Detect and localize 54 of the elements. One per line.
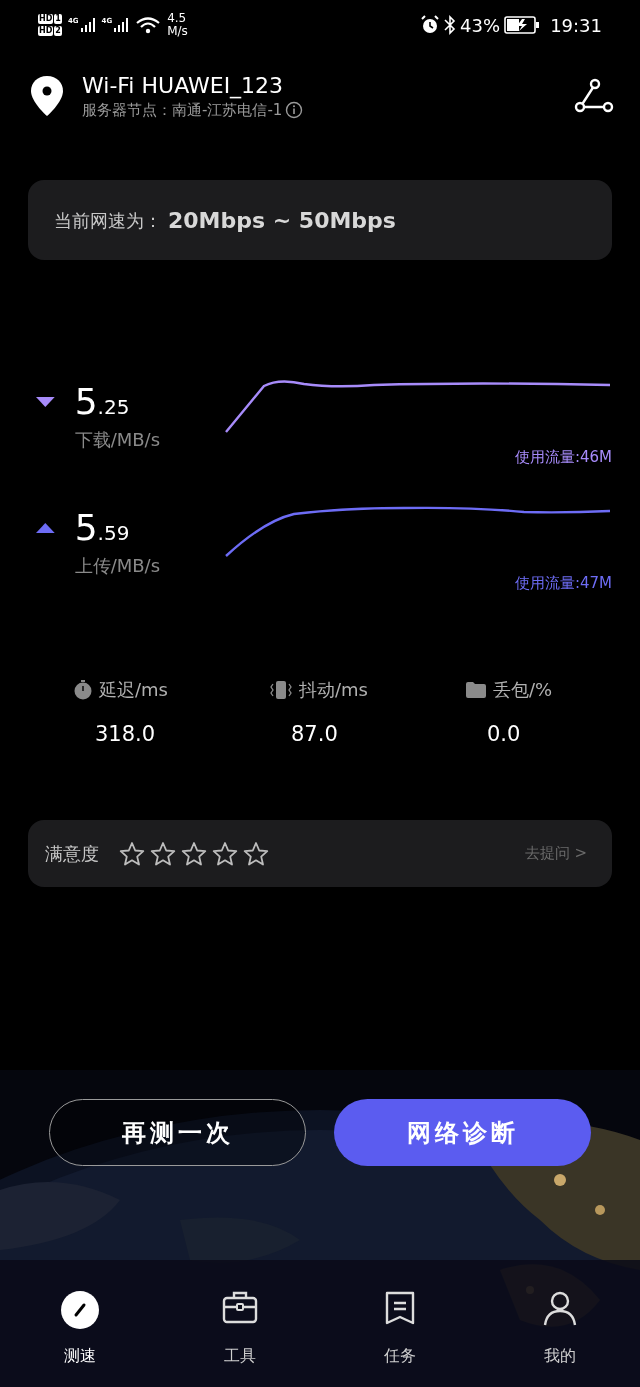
speed-unit-label: 下载/MB/s [74,428,162,452]
speed-integer: 5 [74,506,98,550]
retest-button[interactable]: 再测一次 [49,1099,306,1166]
net-speed-unit: M/s [167,25,188,38]
star-icon[interactable] [181,840,207,867]
nav-tab[interactable]: 我的 [480,1290,640,1368]
net-speed-value: 4.5 [167,12,188,25]
bluetooth-icon [444,15,457,35]
share-nodes-icon[interactable] [574,78,614,114]
speed-decimal: .25 [97,394,130,421]
info-icon[interactable] [285,101,304,119]
metric-label: 丢包/% [493,678,553,702]
vibration-icon [269,679,293,700]
star-icon[interactable] [212,840,238,867]
signal-icon [79,17,96,33]
nav-tab[interactable]: 测速 [0,1290,160,1368]
nav-tab[interactable]: 任务 [320,1290,480,1368]
hd-badge: HD [38,26,54,36]
metric-value: 87.0 [291,721,339,748]
speed-integer: 5 [74,380,98,424]
signal-icon [113,17,130,33]
person-icon [542,1290,578,1326]
metric-value: 318.0 [95,721,157,748]
wifi-icon [135,16,162,34]
data-usage-text: 使用流量:47M [514,573,612,594]
satisfaction-label: 满意度 [45,842,99,866]
diagnose-button[interactable]: 网络诊断 [334,1099,591,1166]
speed-unit-label: 上传/MB/s [74,554,162,578]
folder-icon [465,680,487,699]
sim-slot-badge: 1 [54,14,62,24]
bookmark-list-icon [384,1290,416,1326]
star-icon[interactable] [119,840,145,867]
sim-slot-badge: 2 [54,26,62,36]
server-node-text: 服务器节点：南通-江苏电信-1 [82,100,283,120]
toolbox-icon [222,1290,258,1324]
metric-value: 0.0 [487,721,522,748]
nav-tab[interactable]: 工具 [160,1290,320,1368]
hd-badge: HD [38,14,54,24]
metric-label: 延迟/ms [99,678,168,702]
location-pin-icon [30,75,64,117]
speedometer-icon [60,1290,100,1330]
speed-decimal: .59 [97,520,130,547]
speed-range-label: 当前网速为： [54,208,162,233]
battery-percent: 43% [460,13,501,38]
alarm-icon [420,15,441,35]
metric-label: 抖动/ms [299,678,368,702]
star-icon[interactable] [243,840,269,867]
stopwatch-icon [73,679,93,700]
star-icon[interactable] [150,840,176,867]
wifi-network-name: Wi-Fi HUAWEI_123 [82,72,285,100]
data-usage-text: 使用流量:46M [514,447,612,468]
speed-range-value: 20Mbps ~ 50Mbps [168,206,396,235]
battery-charging-icon [504,16,541,34]
clock-time: 19:31 [550,13,602,38]
